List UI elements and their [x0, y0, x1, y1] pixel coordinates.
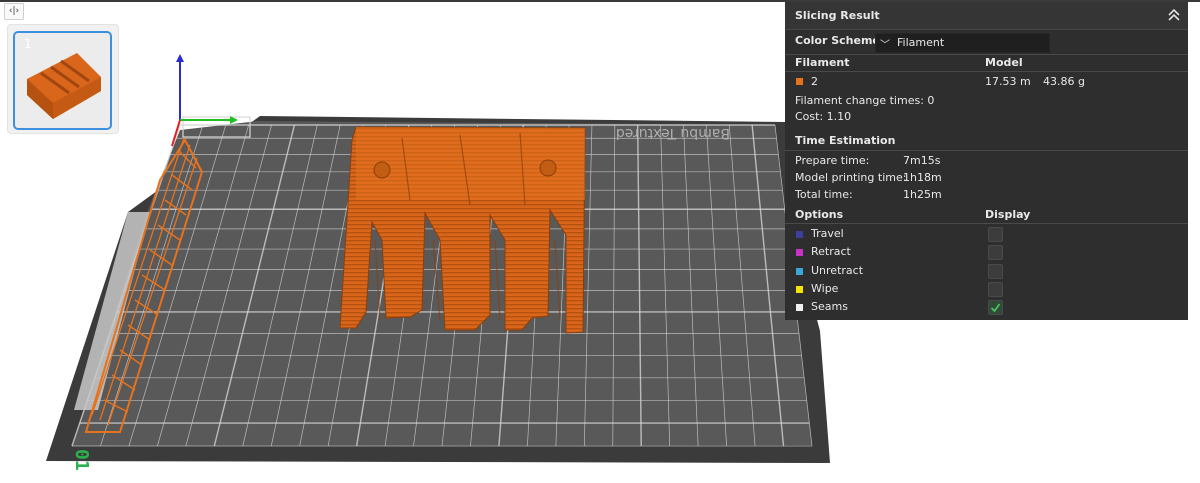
display-header: Display [985, 208, 1031, 221]
unretract-display-checkbox[interactable] [988, 264, 1003, 279]
travel-display-checkbox[interactable] [988, 227, 1003, 242]
plate-thumbnail[interactable]: 1 [13, 31, 112, 130]
bed-brand-text: Bambu Textured [616, 125, 730, 141]
unretract-color-swatch [796, 268, 803, 275]
total-time-label: Total time: [795, 188, 853, 201]
filament-color-swatch [796, 78, 803, 85]
divider [785, 150, 1188, 151]
divider [785, 71, 1188, 72]
option-label-unretract: Unretract [811, 264, 864, 277]
wipe-color-swatch [796, 286, 803, 293]
retract-color-swatch [796, 249, 803, 256]
bed-corner-text: 01 [71, 449, 92, 471]
color-scheme-label: Color Scheme [795, 34, 880, 47]
filament-weight: 43.86 g [1043, 75, 1085, 88]
seams-display-checkbox[interactable] [988, 300, 1003, 315]
divider [785, 54, 1188, 55]
divider [785, 223, 1188, 224]
total-time-value: 1h25m [903, 188, 942, 201]
prepare-time-value: 7m15s [903, 154, 941, 167]
collapse-icon[interactable] [1168, 8, 1180, 22]
time-estimation-title: Time Estimation [795, 134, 896, 147]
filament-header: Filament [795, 56, 850, 69]
plate-list: 1 [7, 24, 119, 134]
slicing-result-panel: Slicing Result Color Scheme ﹀ Filament F… [785, 2, 1188, 320]
plate-number: 1 [24, 37, 32, 51]
filament-length: 17.53 m [985, 75, 1031, 88]
filament-id: 2 [811, 75, 818, 88]
seams-color-swatch [796, 304, 803, 311]
prepare-time-label: Prepare time: [795, 154, 870, 167]
model-printing-time-value: 1h18m [903, 171, 942, 184]
retract-display-checkbox[interactable] [988, 245, 1003, 260]
color-scheme-select[interactable]: ﹀ Filament [875, 33, 1050, 53]
option-label-wipe: Wipe [811, 282, 839, 295]
panel-title: Slicing Result [795, 9, 880, 22]
cost: Cost: 1.10 [795, 110, 852, 123]
checkmark-icon [990, 303, 1001, 313]
color-scheme-value: Filament [897, 36, 945, 49]
sidebar-toggle-button[interactable]: ‹|› [4, 3, 24, 20]
panel-header: Slicing Result [785, 2, 1188, 30]
model-header: Model [985, 56, 1023, 69]
option-label-seams: Seams [811, 300, 848, 313]
option-label-retract: Retract [811, 245, 851, 258]
filament-change-times: Filament change times: 0 [795, 94, 935, 107]
model-printing-time-label: Model printing time: [795, 171, 907, 184]
wipe-display-checkbox[interactable] [988, 282, 1003, 297]
option-label-travel: Travel [811, 227, 844, 240]
options-header: Options [795, 208, 844, 221]
chevron-down-icon: ﹀ [880, 40, 890, 51]
travel-color-swatch [796, 231, 803, 238]
